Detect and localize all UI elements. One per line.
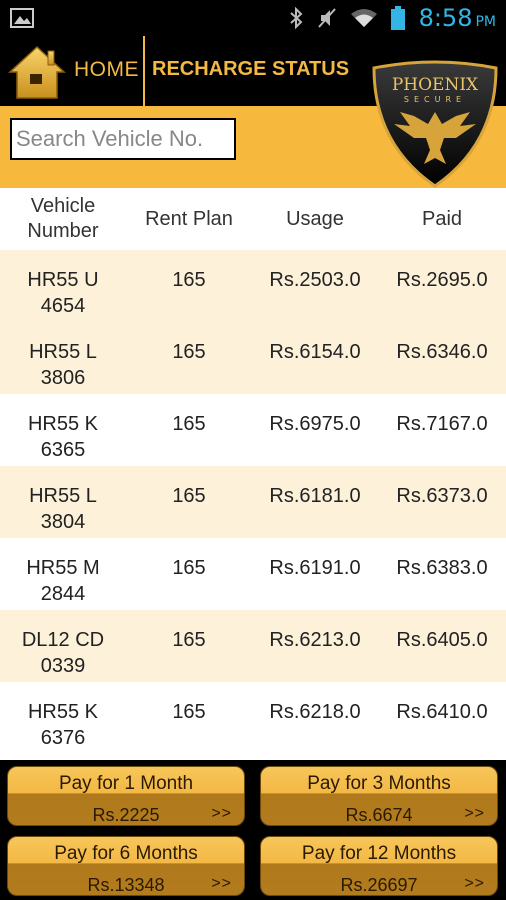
vehicle-number: HR55 K 6376 [27, 701, 99, 749]
chevron-right-icon: >> [464, 875, 485, 892]
header-rent-plan: Rent Plan [145, 207, 233, 230]
bluetooth-icon [289, 7, 303, 29]
payment-options: Pay for 1 Month Rs.2225 >> Pay for 3 Mon… [0, 760, 506, 900]
chevron-right-icon: >> [211, 805, 232, 822]
pay-3-months-button[interactable]: Pay for 3 Months Rs.6674 >> [260, 766, 498, 826]
image-notification-icon [10, 8, 34, 28]
paid: Rs.6405.0 [396, 629, 488, 651]
clock: 8:58 PM [419, 4, 496, 32]
paid: Rs.6383.0 [396, 557, 488, 579]
usage: Rs.6975.0 [269, 413, 361, 435]
table-row[interactable]: HR55 K 6365 165 Rs.6975.0 Rs.7167.0 [0, 394, 506, 466]
clock-time: 8:58 [418, 4, 473, 32]
mute-icon [317, 8, 336, 28]
table-row[interactable]: HR55 K 6376 165 Rs.6218.0 Rs.6410.0 [0, 682, 506, 754]
battery-icon [390, 6, 405, 30]
vehicle-number: HR55 K 6365 [27, 413, 99, 461]
rent-plan: 165 [172, 557, 206, 579]
pay-6-months-button[interactable]: Pay for 6 Months Rs.13348 >> [7, 836, 245, 896]
table-row[interactable]: HR55 L 3806 165 Rs.6154.0 Rs.6346.0 [0, 322, 506, 394]
pay-button-label: Pay for 12 Months [301, 843, 457, 864]
vehicle-number: HR55 L 3804 [29, 485, 97, 533]
pay-12-months-button[interactable]: Pay for 12 Months Rs.26697 >> [260, 836, 498, 896]
usage: Rs.6191.0 [269, 557, 361, 579]
status-bar: 8:58 PM [0, 0, 506, 36]
rent-plan: 165 [172, 341, 206, 363]
header-vehicle-number: Vehicle Number [27, 195, 99, 242]
pay-button-price: Rs.13348 [87, 875, 165, 895]
phoenix-secure-logo: PHOENIX SECURE [372, 60, 498, 188]
rent-plan: 165 [172, 629, 206, 651]
rent-plan: 165 [172, 269, 206, 291]
page-title: RECHARGE STATUS [152, 58, 350, 80]
pay-button-price: Rs.6674 [345, 805, 413, 825]
chevron-right-icon: >> [211, 875, 232, 892]
wifi-icon [350, 9, 377, 27]
clock-ampm: PM [475, 14, 496, 30]
usage: Rs.6213.0 [269, 629, 361, 651]
paid: Rs.6410.0 [396, 701, 488, 723]
table-row[interactable]: DL12 CD 0339 165 Rs.6213.0 Rs.6405.0 [0, 610, 506, 682]
usage: Rs.6154.0 [269, 341, 361, 363]
header-usage: Usage [286, 207, 344, 230]
logo-name: PHOENIX [392, 75, 479, 95]
recharge-table: Vehicle Number Rent Plan Usage Paid HR55… [0, 188, 506, 760]
chevron-right-icon: >> [464, 805, 485, 822]
pay-button-label: Pay for 6 Months [54, 843, 198, 864]
vehicle-number: DL12 CD 0339 [21, 629, 105, 677]
vehicle-number: HR55 M 2844 [26, 557, 100, 605]
home-link[interactable]: HOME [74, 58, 139, 82]
paid: Rs.2695.0 [396, 269, 488, 291]
header-paid: Paid [421, 207, 463, 230]
vehicle-number: HR55 U 4654 [27, 269, 99, 317]
rent-plan: 165 [172, 701, 206, 723]
pay-1-month-button[interactable]: Pay for 1 Month Rs.2225 >> [7, 766, 245, 826]
table-row[interactable]: HR55 M 2844 165 Rs.6191.0 Rs.6383.0 [0, 538, 506, 610]
search-vehicle-input[interactable] [10, 118, 236, 160]
home-icon[interactable] [8, 44, 66, 100]
table-header: Vehicle Number Rent Plan Usage Paid [0, 188, 506, 250]
pay-button-price: Rs.2225 [92, 805, 160, 825]
usage: Rs.2503.0 [269, 269, 361, 291]
vehicle-number: HR55 L 3806 [29, 341, 97, 389]
logo-tagline: SECURE [404, 95, 466, 104]
paid: Rs.6373.0 [396, 485, 488, 507]
pay-button-price: Rs.26697 [340, 875, 418, 895]
rent-plan: 165 [172, 413, 206, 435]
paid: Rs.7167.0 [396, 413, 488, 435]
table-row[interactable]: HR55 L 3804 165 Rs.6181.0 Rs.6373.0 [0, 466, 506, 538]
pay-button-label: Pay for 1 Month [58, 773, 194, 794]
usage: Rs.6218.0 [269, 701, 361, 723]
header-divider [143, 36, 145, 106]
pay-button-label: Pay for 3 Months [307, 773, 451, 794]
table-row[interactable]: HR55 U 4654 165 Rs.2503.0 Rs.2695.0 [0, 250, 506, 322]
rent-plan: 165 [172, 485, 206, 507]
usage: Rs.6181.0 [269, 485, 361, 507]
paid: Rs.6346.0 [396, 341, 488, 363]
